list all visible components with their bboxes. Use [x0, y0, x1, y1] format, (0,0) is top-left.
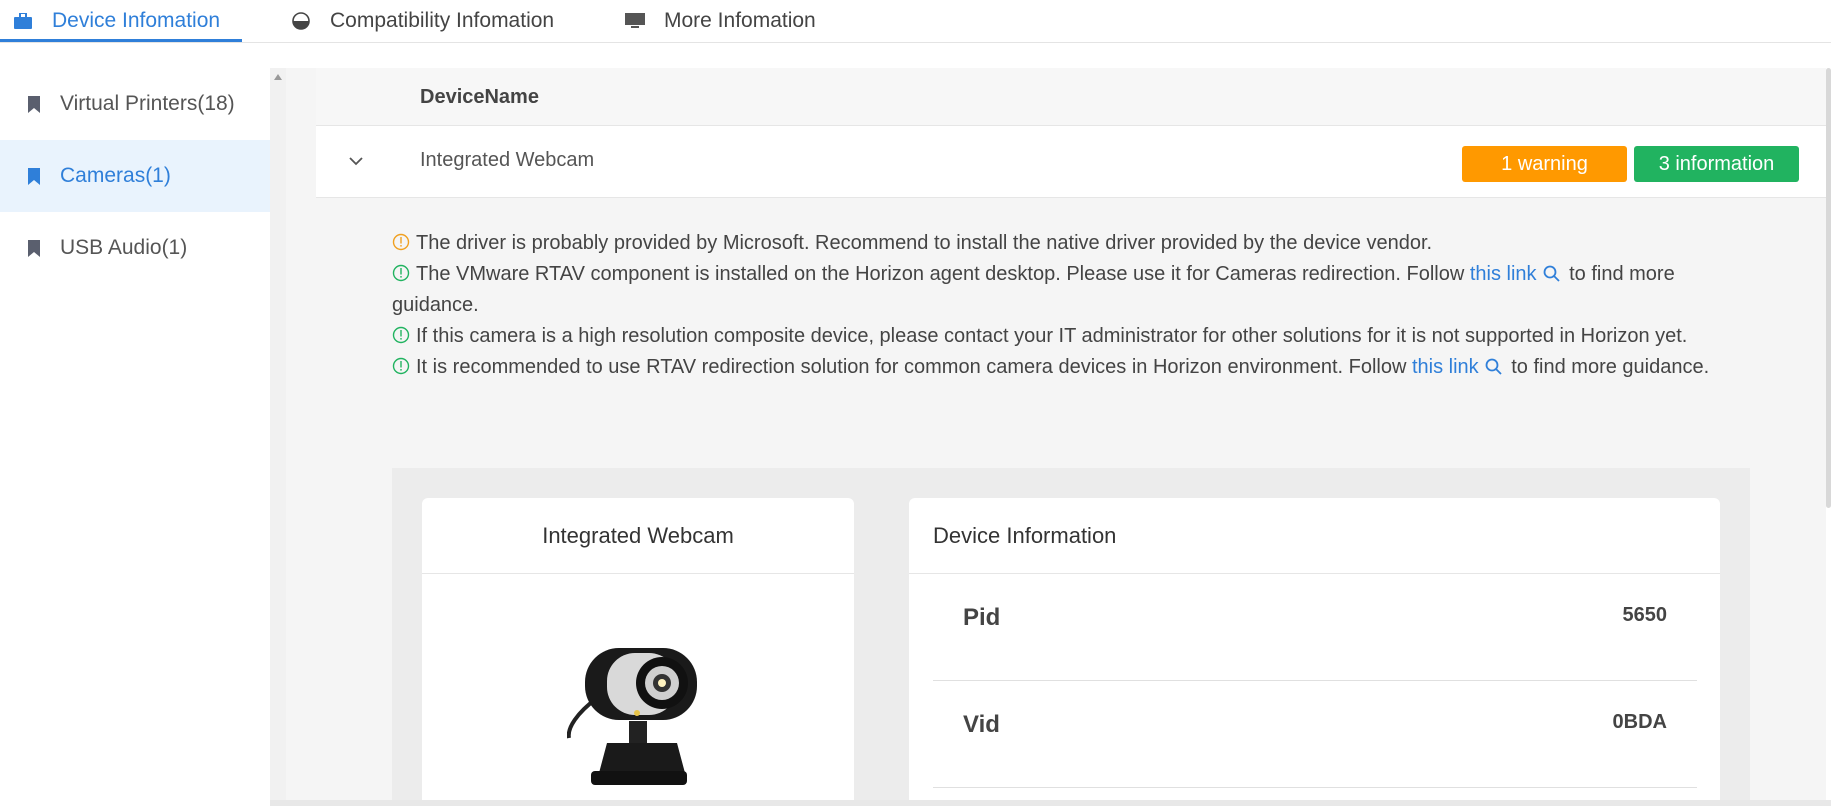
- tab-label: More Infomation: [664, 9, 816, 32]
- sidebar-scrollbar[interactable]: [270, 68, 286, 806]
- info-circle-icon: [392, 357, 410, 375]
- info-card-title: Device Information: [909, 498, 1720, 574]
- guidance-link[interactable]: this link: [1470, 263, 1564, 285]
- warning-circle-icon: [392, 233, 410, 251]
- message-info: The VMware RTAV component is installed o…: [392, 263, 1675, 316]
- field-key: Vid: [963, 711, 1000, 738]
- warning-badge[interactable]: 1 warning: [1462, 146, 1627, 182]
- device-messages: The driver is probably provided by Micro…: [392, 228, 1752, 383]
- field-row-pid: Pid 5650: [933, 574, 1697, 681]
- sidebar-item-virtual-printers[interactable]: Virtual Printers(18): [0, 68, 270, 140]
- table-row[interactable]: Integrated Webcam 1 warning 3 informatio…: [316, 126, 1826, 198]
- image-card-title: Integrated Webcam: [422, 498, 854, 574]
- top-tab-bar: Device Infomation Compatibility Infomati…: [0, 0, 1831, 43]
- device-name: Integrated Webcam: [420, 149, 595, 171]
- sidebar-item-label: Virtual Printers(18): [60, 92, 235, 115]
- device-information-card: Device Information Pid 5650 Vid 0BDA: [909, 498, 1720, 800]
- content-gutter: [286, 68, 316, 806]
- sidebar-item-label: USB Audio(1): [60, 236, 188, 259]
- column-header-devicename: DeviceName: [420, 86, 539, 108]
- bookmark-icon: [28, 239, 40, 257]
- field-value: 0BDA: [1612, 711, 1667, 733]
- field-row-vid: Vid 0BDA: [933, 681, 1697, 788]
- search-icon: [1543, 265, 1560, 282]
- bookmark-icon: [28, 167, 40, 185]
- content-scrollbar[interactable]: [1826, 68, 1831, 508]
- tab-compatibility-infomation[interactable]: Compatibility Infomation: [290, 0, 554, 42]
- sidebar-item-usb-audio[interactable]: USB Audio(1): [0, 212, 270, 284]
- device-detail-panel: Integrated Webcam Device Information Pid…: [392, 468, 1750, 800]
- active-tab-indicator: [0, 39, 242, 42]
- monitor-icon: [624, 10, 646, 32]
- horizontal-scrollbar[interactable]: [270, 800, 1831, 806]
- sidebar-item-label: Cameras(1): [60, 164, 171, 187]
- table-header: DeviceName: [316, 68, 1826, 126]
- device-image-card: Integrated Webcam: [422, 498, 854, 800]
- info-circle-icon: [392, 326, 410, 344]
- field-key: Pid: [963, 604, 1001, 631]
- device-category-sidebar: Virtual Printers(18) Cameras(1) USB Audi…: [0, 68, 270, 806]
- chevron-down-icon[interactable]: [346, 151, 366, 171]
- guidance-link[interactable]: this link: [1412, 356, 1506, 378]
- information-badge[interactable]: 3 information: [1634, 146, 1799, 182]
- tab-label: Compatibility Infomation: [330, 9, 555, 32]
- webcam-image: [567, 648, 697, 785]
- message-info: If this camera is a high resolution comp…: [392, 321, 1752, 352]
- sidebar-item-cameras[interactable]: Cameras(1): [0, 140, 270, 212]
- half-circle-icon: [290, 10, 312, 32]
- briefcase-icon: [12, 10, 34, 32]
- tab-more-infomation[interactable]: More Infomation: [624, 0, 816, 42]
- bookmark-icon: [28, 95, 40, 113]
- device-table: DeviceName Integrated Webcam 1 warning 3…: [316, 68, 1826, 800]
- tab-device-infomation[interactable]: Device Infomation: [12, 0, 220, 42]
- search-icon: [1485, 358, 1502, 375]
- tab-label: Device Infomation: [52, 9, 221, 32]
- message-info: It is recommended to use RTAV redirectio…: [392, 352, 1752, 383]
- field-value: 5650: [1622, 604, 1668, 626]
- message-warning: The driver is probably provided by Micro…: [392, 228, 1752, 259]
- info-circle-icon: [392, 264, 410, 282]
- scroll-up-arrow-icon[interactable]: [274, 74, 282, 80]
